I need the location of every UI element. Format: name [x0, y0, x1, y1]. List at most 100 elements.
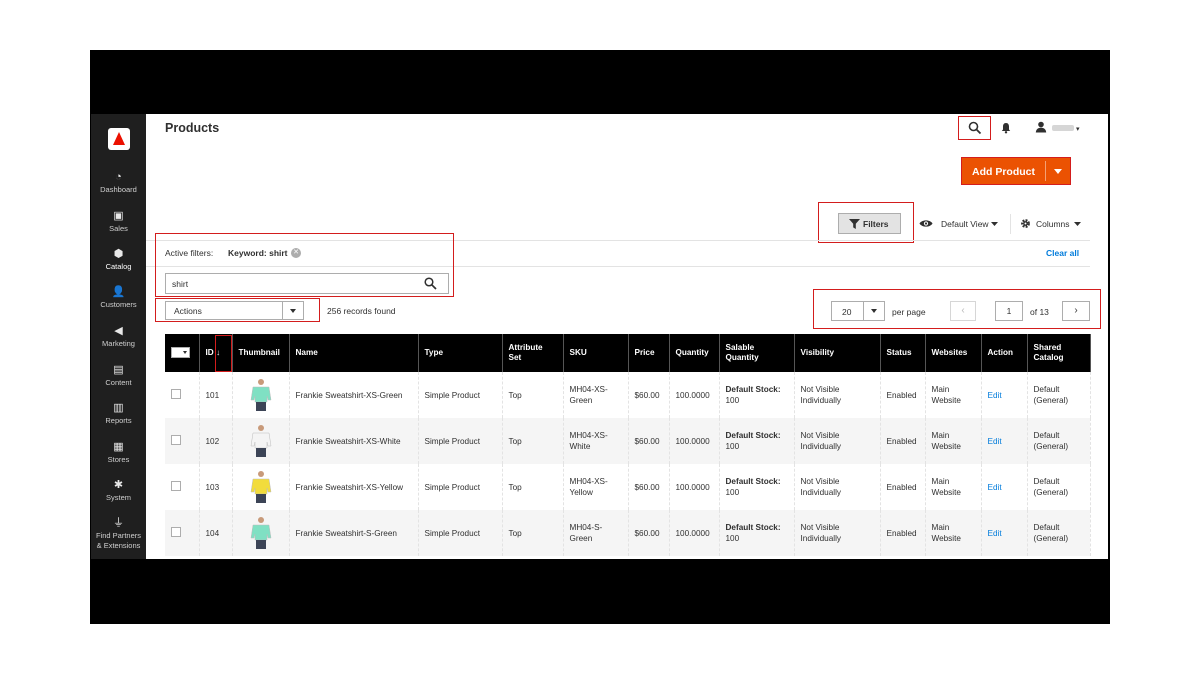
sidebar-item-label: Catalog [105, 262, 132, 271]
sidebar-item-label: Reports [105, 416, 132, 425]
salable-label: Default Stock: [725, 523, 781, 532]
filters-button[interactable]: Filters [838, 213, 901, 234]
cell-visibility: Not Visible Individually [794, 510, 881, 556]
sidebar-item-partners[interactable]: ⏚ Find Partners & Extensions [91, 517, 146, 550]
table-row[interactable]: 102 Frankie Sweatshirt-XS-White Simple Pro… [165, 418, 1091, 464]
sidebar-item-customers[interactable]: 👤 Customers [91, 286, 146, 310]
user-icon[interactable] [1035, 121, 1047, 133]
column-label: ID [205, 347, 214, 357]
column-header-quantity[interactable]: Quantity [669, 334, 720, 372]
actions-dropdown[interactable]: Actions [165, 301, 304, 320]
clear-all-link[interactable]: Clear all [1046, 248, 1079, 258]
product-thumbnail[interactable] [250, 516, 272, 550]
product-thumbnail[interactable] [250, 378, 272, 412]
sidebar-item-label: Customers [100, 300, 137, 309]
remove-filter-icon[interactable]: ✕ [291, 248, 301, 258]
chevron-down-icon[interactable] [1074, 222, 1081, 226]
sidebar-item-sales[interactable]: ▣ Sales [91, 210, 146, 234]
mass-select-checkbox[interactable] [171, 347, 190, 359]
edit-link[interactable]: Edit [988, 483, 1002, 492]
sidebar-item-label: Stores [107, 455, 130, 464]
store-icon: ▦ [113, 441, 124, 453]
sidebar-item-dashboard[interactable]: ◔ Dashboard [91, 171, 146, 195]
sidebar-item-stores[interactable]: ▦ Stores [91, 441, 146, 465]
sku-line: Green [569, 534, 593, 543]
row-checkbox[interactable] [171, 480, 181, 491]
cell-quantity: 100.0000 [669, 418, 720, 464]
salable-label: Default Stock: [725, 431, 781, 440]
next-page-button[interactable]: › [1062, 301, 1090, 321]
table-row[interactable]: 104 Frankie Sweatshirt-S-Green Simple Prod… [165, 510, 1091, 556]
edit-link[interactable]: Edit [988, 391, 1002, 400]
gear-icon: ✱ [113, 479, 124, 491]
page-number-input[interactable]: 1 [995, 301, 1023, 321]
websites-line: Website [931, 442, 961, 451]
websites-line: Website [931, 488, 961, 497]
salable-label: Default Stock: [725, 477, 781, 486]
row-checkbox[interactable] [171, 526, 181, 537]
column-header-salable-quantity: Salable Quantity [719, 334, 795, 372]
column-header-name[interactable]: Name [289, 334, 419, 372]
product-thumbnail[interactable] [250, 470, 272, 504]
edit-link[interactable]: Edit [988, 437, 1002, 446]
cell-id: 101 [199, 372, 233, 418]
column-header-attribute-set[interactable]: Attribute Set [502, 334, 564, 372]
sidebar-item-reports[interactable]: ▥ Reports [91, 402, 146, 426]
column-header-sku[interactable]: SKU [563, 334, 629, 372]
row-checkbox[interactable] [171, 434, 181, 445]
search-icon[interactable] [424, 277, 437, 290]
table-row[interactable]: 103 Frankie Sweatshirt-XS-Yellow Simple Pr… [165, 464, 1091, 510]
column-header-action: Action [981, 334, 1028, 372]
cell-websites: Main Website [925, 418, 982, 464]
column-header-websites[interactable]: Websites [925, 334, 982, 372]
dropdown-toggle[interactable] [282, 302, 303, 319]
column-header-shared-catalog[interactable]: Shared Catalog [1027, 334, 1091, 372]
edit-link[interactable]: Edit [988, 529, 1002, 538]
user-name-redacted[interactable] [1052, 125, 1074, 131]
cell-price: $60.00 [628, 372, 670, 418]
column-header-visibility[interactable]: Visibility [794, 334, 881, 372]
column-header-status[interactable]: Status [880, 334, 926, 372]
row-select-cell [165, 418, 200, 464]
chevron-down-icon[interactable]: ▾ [1076, 125, 1080, 133]
cell-name: Frankie Sweatshirt-XS-Yellow [289, 464, 419, 510]
split-divider [1045, 161, 1046, 181]
dollar-icon: ▣ [113, 210, 124, 222]
product-thumbnail[interactable] [250, 424, 272, 458]
cell-websites: Main Website [925, 510, 982, 556]
bar-chart-icon: ▥ [113, 402, 124, 414]
chevron-down-icon[interactable] [991, 222, 998, 226]
cell-status: Enabled [880, 372, 926, 418]
columns-dropdown[interactable]: Columns [1036, 219, 1070, 229]
row-checkbox[interactable] [171, 388, 181, 399]
sidebar-item-catalog[interactable]: ⬢ Catalog [91, 248, 146, 272]
chevron-down-icon [871, 309, 877, 313]
websites-line: Website [931, 534, 961, 543]
global-search-button[interactable] [958, 116, 991, 140]
default-view-dropdown[interactable]: Default View [941, 219, 989, 229]
cell-visibility: Not Visible Individually [794, 464, 881, 510]
visibility-line: Not Visible [800, 385, 840, 394]
add-product-button[interactable]: Add Product [961, 157, 1071, 185]
mass-select-header[interactable] [165, 334, 200, 372]
adobe-logo[interactable] [108, 128, 130, 150]
sidebar-item-marketing[interactable]: ◀ Marketing [91, 325, 146, 349]
cell-id: 103 [199, 464, 233, 510]
column-header-price[interactable]: Price [628, 334, 670, 372]
column-label: Set [508, 353, 522, 362]
previous-page-button[interactable]: ‹ [950, 301, 976, 321]
dropdown-toggle[interactable] [863, 302, 884, 320]
chevron-down-icon[interactable] [1054, 169, 1062, 174]
bell-icon[interactable] [1000, 122, 1012, 134]
sidebar-item-content[interactable]: ▤ Content [91, 364, 146, 388]
sidebar-item-system[interactable]: ✱ System [91, 479, 146, 503]
salable-value: 100 [725, 488, 740, 497]
column-label: Shared [1033, 342, 1062, 352]
table-row[interactable]: 101 Frankie Sweatshirt-XS-Green Simple Pro… [165, 372, 1091, 418]
keyword-search-input[interactable]: shirt [165, 273, 449, 294]
cell-action: Edit [981, 418, 1028, 464]
per-page-select[interactable]: 20 [831, 301, 885, 321]
column-header-type[interactable]: Type [418, 334, 503, 372]
salable-value: 100 [725, 442, 740, 451]
active-filters-label: Active filters: [165, 248, 214, 258]
